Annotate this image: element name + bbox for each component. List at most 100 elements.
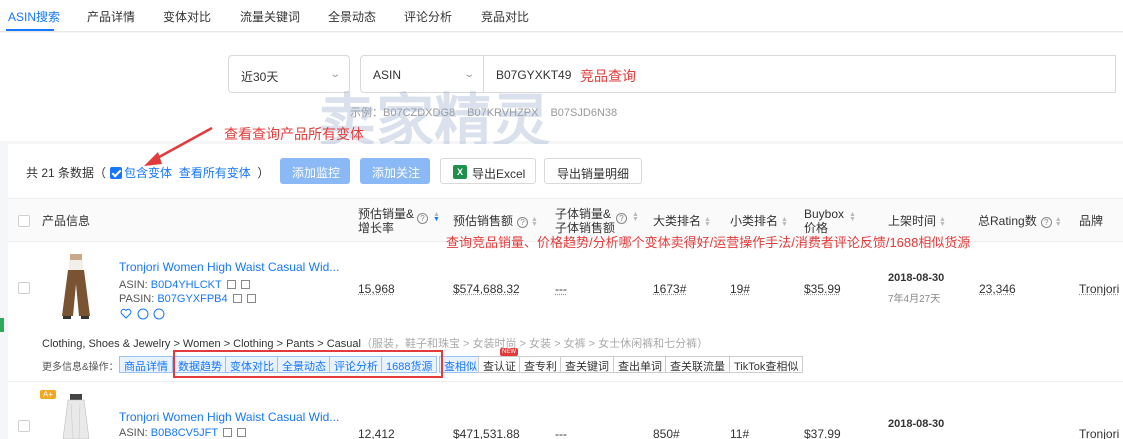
asin-label: ASIN: [119,279,151,291]
asin-link[interactable]: B0B8CV5JFT [151,427,218,439]
copy-icon[interactable] [226,280,236,289]
external-link-icon[interactable] [246,294,256,303]
child-sales-value: --- [555,427,567,439]
op-product-detail[interactable]: 商品详情 [119,356,173,373]
chevron-down-icon: ⌄ [328,69,341,80]
header-sales[interactable]: 预估销量& 增长率 [358,207,414,235]
asin-line: ASIN: B0B8CV5JFT [119,427,247,439]
header-child-sales[interactable]: 子体销量& 子体销售额 [555,207,615,235]
main-rank-value[interactable]: 850# [653,427,680,439]
search-input[interactable]: B07GYXKT49 竞品查询 [484,55,1116,93]
op-order-words[interactable]: 查出单词 [613,356,667,373]
sort-icon[interactable]: ▲ ▼ [781,216,788,228]
tab-variant-compare[interactable]: 变体对比 [163,8,211,25]
add-follow-button[interactable]: 添加关注 [360,158,430,184]
sales-value[interactable]: 15,968 [358,282,395,296]
example-asin[interactable]: B07KRVHZPX [467,107,538,119]
action-icons[interactable] [120,308,166,320]
example-asin[interactable]: B07CZDXDG8 [383,107,455,119]
row-checkbox[interactable] [18,282,30,294]
listed-date: 2018-08-30 [888,418,945,430]
help-icon[interactable]: ? [1040,217,1052,228]
table-row: Tronjori Women High Waist Casual Wid... … [8,242,1123,382]
period-value: 近30天 [241,70,279,84]
header-main-rank-label: 大类排名 [653,214,702,228]
header-revenue[interactable]: 预估销售额? ▲ ▼ [453,214,538,228]
sort-icon[interactable]: ▲ ▼ [939,216,946,228]
search-query-annotation: 竞品查询 [580,68,636,84]
top-nav: ASIN搜索 产品详情 变体对比 流量关键词 全景动态 评论分析 竞品对比 [0,0,1123,32]
tab-traffic-keywords[interactable]: 流量关键词 [240,8,300,25]
header-rating-label: 总Rating数 [978,214,1037,228]
product-thumbnail[interactable] [56,394,96,439]
tab-panorama[interactable]: 全景动态 [328,8,376,25]
op-related-traffic[interactable]: 查关联流量 [665,356,730,373]
select-all-checkbox[interactable] [18,215,30,227]
copy-icon[interactable] [232,294,242,303]
add-monitor-button[interactable]: 添加监控 [280,158,350,184]
asin-line: ASIN: B0D4YHLCKT [119,279,250,291]
add-follow-label: 添加关注 [372,166,421,180]
sort-icon[interactable]: ▲ ▼ [849,211,856,223]
price-value[interactable]: $37.99 [804,427,841,439]
annotation-ops: 查询竞品销量、价格趋势/分析哪个变体卖得好/运营操作手法/消费者评论反馈/168… [446,235,971,250]
sub-rank-value[interactable]: 11# [730,427,749,439]
pasin-link[interactable]: B07GYXFPB4 [157,293,227,305]
header-buybox-line1: Buybox [804,207,845,221]
asin-link[interactable]: B0D4YHLCKT [151,279,222,291]
period-select[interactable]: 近30天 ⌄ [228,55,350,93]
price-value[interactable]: $35.99 [804,282,841,296]
brand-value[interactable]: Tronjori [1079,282,1119,296]
help-icon[interactable]: ? [417,213,428,224]
sort-icon[interactable]: ▲ ▼ [632,211,639,223]
search-type-select[interactable]: ASIN ⌄ [360,55,484,93]
op-find-similar[interactable]: 查相似 [439,356,482,373]
sort-icon[interactable]: ▲ ▼ [704,216,711,228]
sub-rank-value[interactable]: 19# [730,282,750,296]
help-icon[interactable]: ? [517,217,529,228]
sales-value[interactable]: 12,412 [358,427,395,439]
main-rank-value[interactable]: 1673# [653,282,686,296]
header-main-rank[interactable]: 大类排名 ▲ ▼ [653,214,711,228]
copy-icon[interactable] [223,428,233,437]
include-variants-checkbox[interactable] [110,167,123,179]
header-sub-rank[interactable]: 小类排名 ▲ ▼ [730,214,788,228]
rating-value[interactable]: 23,346 [979,282,1016,296]
external-link-icon[interactable] [240,280,250,289]
category-en[interactable]: Clothing, Shoes & Jewelry > Women > Clot… [42,338,361,350]
product-thumbnail[interactable] [56,254,96,320]
header-listed-label: 上架时间 [888,214,937,228]
header-sales-line2: 增长率 [358,221,395,235]
total-count: 共 21 条数据（ [26,166,107,180]
summary-close-paren: ） [257,166,270,180]
header-buybox[interactable]: Buybox 价格 [804,207,844,235]
header-listed-time[interactable]: 上架时间 ▲ ▼ [888,214,946,228]
op-patent[interactable]: 查专利 [519,356,562,373]
export-sales-detail-button[interactable]: 导出销量明细 [544,158,642,184]
op-certification[interactable]: 查认证 [478,356,521,373]
category-path: Clothing, Shoes & Jewelry > Women > Clot… [42,335,708,351]
help-icon[interactable]: ? [616,213,627,224]
excel-icon: X [453,165,467,179]
tab-review-analysis[interactable]: 评论分析 [404,8,452,25]
tab-product-detail[interactable]: 产品详情 [87,8,135,25]
row-checkbox[interactable] [18,420,30,432]
sort-icon[interactable]: ▲ ▼ [531,216,538,228]
product-title-link[interactable]: Tronjori Women High Waist Casual Wid... [119,410,339,424]
revenue-value[interactable]: $574,688.32 [453,282,520,296]
op-keywords[interactable]: 查关键词 [560,356,614,373]
external-link-icon[interactable] [237,428,247,437]
export-excel-button[interactable]: X 导出Excel [440,158,536,184]
example-asin[interactable]: B07SJD6N38 [550,107,617,119]
listed-date: 2018-08-30 [888,272,945,284]
active-tab-indicator [6,29,54,31]
brand-value[interactable]: Tronjori [1079,427,1119,439]
revenue-value[interactable]: $471,531.88 [453,427,520,439]
header-rating[interactable]: 总Rating数? ▲ ▼ [978,214,1062,228]
tab-asin-search[interactable]: ASIN搜索 [8,8,60,25]
tab-competitor-compare[interactable]: 竞品对比 [481,8,529,25]
sort-icon[interactable]: ▲ ▼ [1055,216,1062,228]
sort-icon[interactable]: ▲ ▼ [433,211,440,223]
op-tiktok-similar[interactable]: TikTok查相似 [729,356,804,373]
product-title-link[interactable]: Tronjori Women High Waist Casual Wid... [119,260,339,274]
